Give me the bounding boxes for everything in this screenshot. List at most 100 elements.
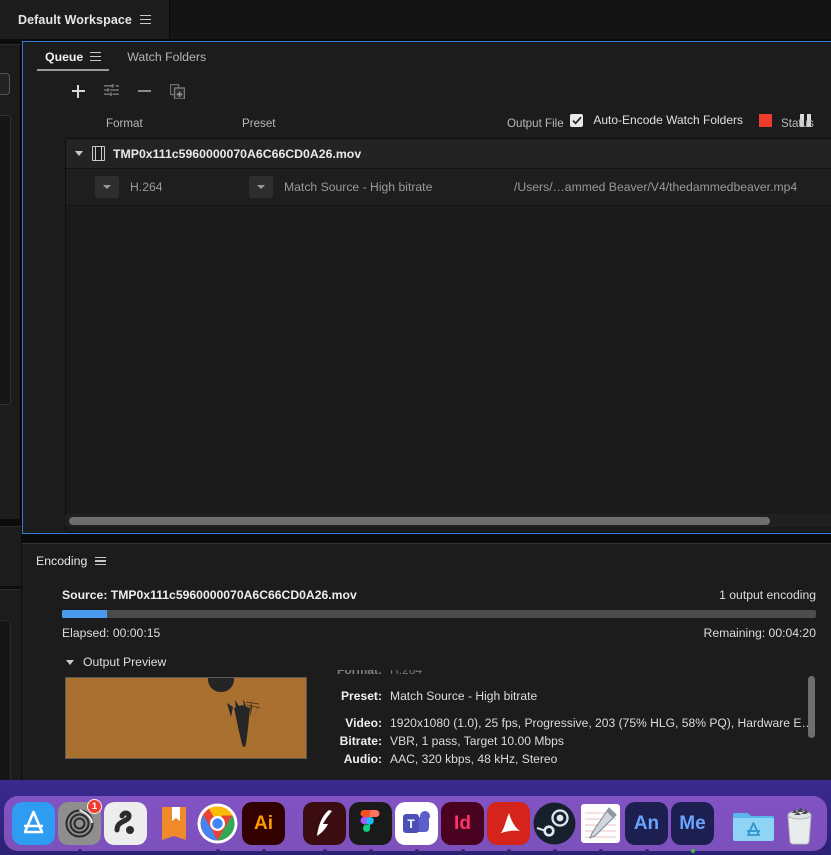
column-header-output-file: Output File	[507, 117, 564, 130]
running-indicator-dot	[598, 849, 603, 853]
output-preview-header[interactable]: Output Preview	[66, 655, 166, 669]
encoding-panel-tab[interactable]: Encoding	[36, 550, 107, 572]
running-indicator-dot	[690, 849, 695, 853]
add-source-button[interactable]	[65, 78, 91, 104]
chevron-down-icon	[103, 185, 111, 189]
detail-scrollbar[interactable]	[808, 676, 815, 764]
output-preview-thumbnail	[65, 677, 307, 759]
queue-column-headers: Format Preset Output File Status	[23, 111, 831, 138]
dock-item-applications-folder[interactable]	[732, 801, 775, 846]
queue-list[interactable]: TMP0x111c5960000070A6C66CD0A26.mov H.264…	[65, 138, 831, 533]
duplicate-icon	[169, 83, 185, 99]
running-indicator-dot	[414, 849, 419, 853]
dock-item-steam[interactable]	[533, 801, 576, 853]
encoding-source-row: Source: TMP0x111c5960000070A6C66CD0A26.m…	[62, 588, 816, 602]
background-field	[0, 115, 11, 405]
chrome-icon	[196, 802, 239, 845]
dock-item-bookmark-app[interactable]	[150, 801, 193, 846]
indesign-icon: Id	[441, 802, 484, 845]
column-header-format: Format	[106, 117, 143, 130]
detail-label: Preset:	[340, 689, 382, 703]
detail-row: Audio: AAC, 320 kbps, 48 kHz, Stereo	[322, 750, 814, 768]
encoding-elapsed: Elapsed: 00:00:15	[62, 626, 161, 640]
dock-item-flash[interactable]	[303, 801, 346, 853]
scrollbar-thumb[interactable]	[69, 516, 771, 525]
preset-value: Match Source - High bitrate	[284, 180, 433, 194]
dock-item-trash[interactable]	[778, 801, 821, 846]
running-indicator-dot	[215, 849, 220, 853]
chevron-down-icon[interactable]	[66, 659, 74, 665]
queue-group-row[interactable]: TMP0x111c5960000070A6C66CD0A26.mov	[66, 139, 831, 169]
preset-dropdown[interactable]	[249, 176, 273, 198]
question-app-icon	[104, 802, 147, 845]
detail-value: VBR, 1 pass, Target 10.00 Mbps	[390, 734, 564, 748]
dock-item-indesign[interactable]: Id	[441, 801, 484, 853]
dock-item-media-encoder[interactable]: Me	[671, 801, 714, 853]
encoding-progress-bar	[62, 610, 816, 618]
chevron-down-icon	[257, 185, 265, 189]
workspace-name: Default Workspace	[17, 12, 132, 27]
applications-folder-icon	[732, 802, 775, 845]
encoding-output-count: 1 output encoding	[719, 588, 816, 602]
cell-output-file[interactable]: /Users/…ammed Beaver/V4/thedammedbeaver.…	[514, 180, 797, 194]
cell-preset[interactable]: Match Source - High bitrate	[249, 176, 432, 198]
figma-icon	[349, 802, 392, 845]
encoding-remaining: Remaining: 00:04:20	[703, 626, 816, 640]
dock-item-illustrator[interactable]: Ai	[242, 801, 285, 853]
dock-item-notes[interactable]	[579, 801, 622, 853]
queue-panel: Queue Watch Folders Auto-Encode Watch Fo…	[22, 41, 831, 571]
scrollbar-thumb[interactable]	[808, 676, 815, 738]
app-store-icon	[12, 802, 55, 845]
disclosure-triangle-icon[interactable]	[66, 151, 92, 156]
notification-badge: 1	[87, 799, 102, 814]
queue-item-row[interactable]: H.264 Match Source - High bitrate /Users…	[66, 169, 831, 206]
queue-horizontal-scrollbar[interactable]	[65, 514, 831, 527]
tab-watch-folders-label: Watch Folders	[127, 49, 207, 64]
hamburger-icon[interactable]	[140, 15, 151, 24]
tab-encoding-label: Encoding	[36, 554, 88, 568]
detail-label: Bitrate:	[339, 734, 382, 748]
format-dropdown[interactable]	[95, 176, 119, 198]
preset-settings-icon	[103, 84, 119, 96]
remove-button[interactable]	[131, 78, 157, 104]
running-indicator-dot	[506, 849, 511, 853]
bookmark-app-icon	[150, 802, 193, 845]
running-indicator-dot	[322, 849, 327, 853]
column-header-status: Status	[781, 117, 814, 130]
workspace-tab-default[interactable]: Default Workspace	[0, 0, 170, 39]
dock-item-acrobat[interactable]	[487, 801, 530, 853]
animate-icon: An	[625, 802, 668, 845]
dock-item-app-store[interactable]	[12, 801, 55, 846]
dock-item-teams[interactable]: T	[395, 801, 438, 853]
detail-value: H.264	[390, 670, 423, 677]
tab-queue-label: Queue	[45, 49, 84, 64]
hamburger-icon[interactable]	[95, 556, 107, 566]
media-encoder-icon: Me	[671, 802, 714, 845]
svg-text:T: T	[407, 817, 415, 831]
illustrator-icon: Ai	[242, 802, 285, 845]
dock-item-animate[interactable]: An	[625, 801, 668, 853]
tab-watch-folders[interactable]: Watch Folders	[119, 42, 214, 71]
cell-format[interactable]: H.264	[95, 176, 163, 198]
queue-panel-tabs: Queue Watch Folders	[23, 42, 831, 71]
dock-item-cleanmymac[interactable]: 1	[58, 799, 102, 853]
trash-icon	[778, 802, 821, 845]
encoding-progress-fill	[62, 610, 108, 618]
background-field-2	[0, 620, 11, 790]
background-panel-top	[0, 44, 21, 519]
hamburger-icon[interactable]	[90, 52, 102, 61]
output-detail-list: Format: H.264 Preset: Match Source - Hig…	[322, 670, 814, 780]
running-indicator-dot	[368, 849, 373, 853]
detail-row: Bitrate: VBR, 1 pass, Target 10.00 Mbps	[322, 732, 814, 750]
flash-icon	[303, 802, 346, 845]
dock-item-question-app[interactable]	[104, 801, 147, 846]
running-indicator-dot	[261, 849, 266, 853]
tab-queue[interactable]: Queue	[37, 42, 109, 71]
dock-item-figma[interactable]	[349, 801, 392, 853]
add-preset-button[interactable]	[98, 78, 124, 104]
column-header-preset: Preset	[242, 117, 276, 130]
encoding-times: Elapsed: 00:00:15 Remaining: 00:04:20	[62, 626, 816, 640]
background-panel-mid	[0, 526, 21, 586]
dock-item-chrome[interactable]	[196, 801, 239, 853]
duplicate-button[interactable]	[164, 78, 190, 104]
